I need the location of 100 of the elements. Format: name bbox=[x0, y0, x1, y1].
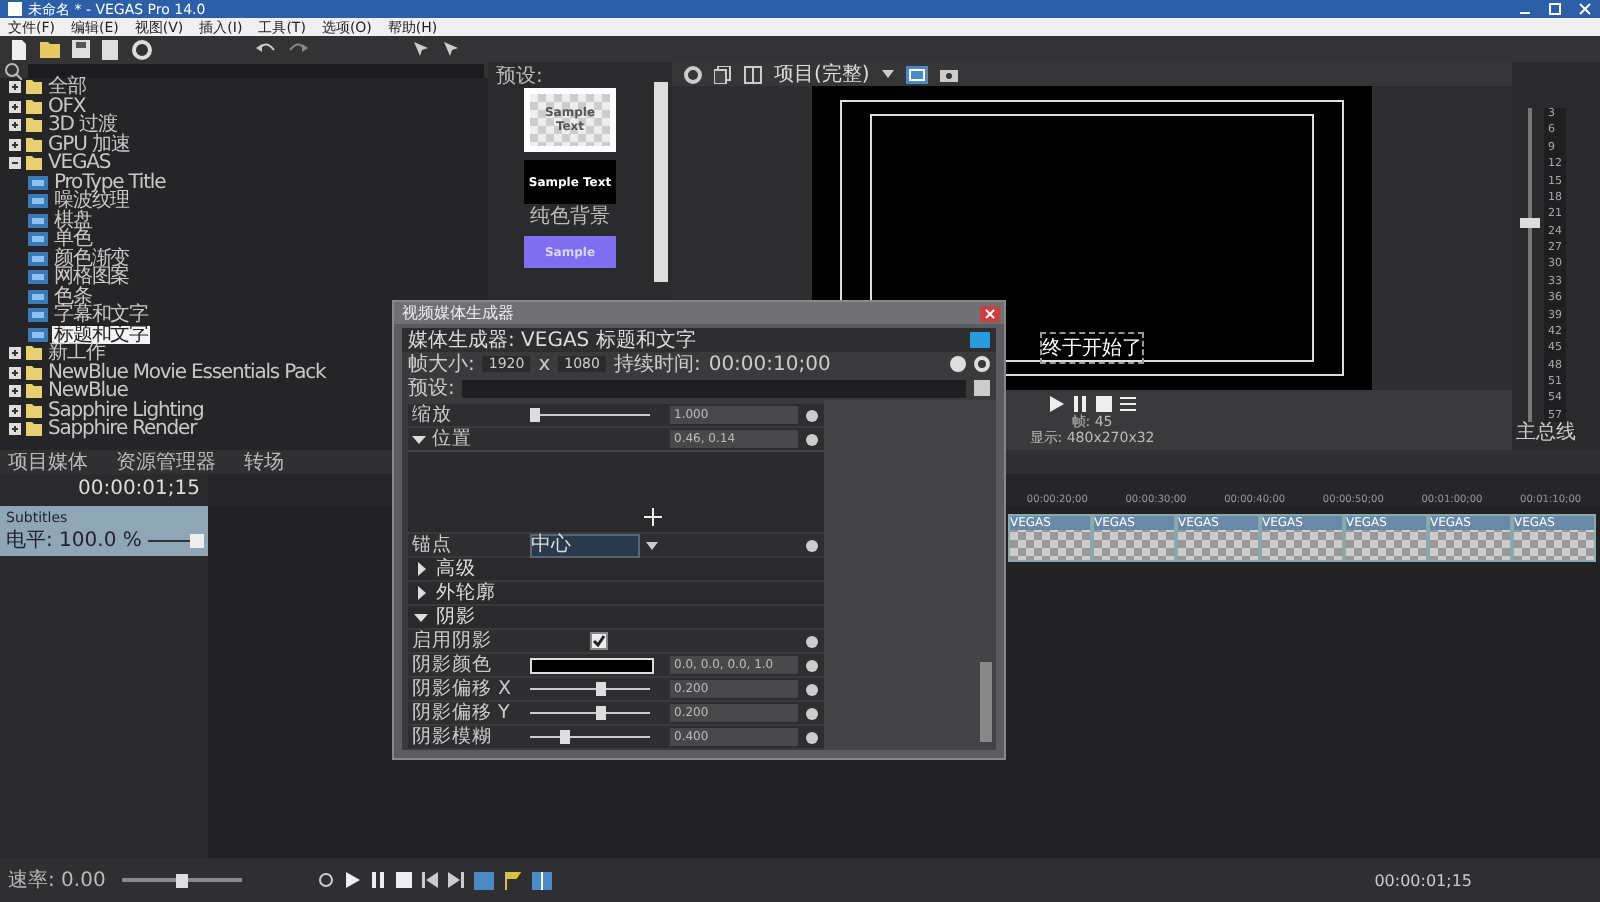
tree-item[interactable]: 棋盘 bbox=[52, 211, 94, 230]
tree-item[interactable]: NewBlue bbox=[46, 382, 130, 401]
close-icon[interactable] bbox=[1578, 2, 1592, 16]
property-label: 启用阴影 bbox=[412, 630, 494, 652]
caret-icon[interactable] bbox=[646, 541, 659, 549]
panel-tab[interactable]: 资源管理器 bbox=[116, 451, 216, 473]
tree-item[interactable]: VEGAS bbox=[46, 154, 113, 173]
close-icon[interactable] bbox=[980, 305, 1000, 321]
play-icon[interactable] bbox=[343, 871, 360, 887]
marker-icon[interactable] bbox=[503, 871, 522, 889]
rate-slider-handle[interactable] bbox=[175, 873, 188, 887]
tree-item[interactable]: 色条 bbox=[52, 287, 94, 306]
split-screen-icon[interactable] bbox=[744, 65, 762, 83]
settings-icon[interactable] bbox=[974, 356, 990, 372]
section-header[interactable]: 阴影 bbox=[436, 606, 476, 628]
duration-label: 持续时间: bbox=[613, 353, 701, 375]
expand-icon[interactable] bbox=[8, 99, 22, 114]
tree-item[interactable]: 新工作 bbox=[46, 344, 107, 363]
tree-item[interactable]: NewBlue Movie Essentials Pack bbox=[46, 363, 328, 382]
tree-item[interactable]: 单色 bbox=[52, 230, 94, 249]
layout-icon[interactable] bbox=[531, 871, 552, 889]
skip-forward-icon[interactable] bbox=[447, 871, 464, 887]
rate-label: 速率: 0.00 bbox=[8, 867, 106, 894]
copy-icon[interactable] bbox=[714, 65, 732, 83]
maximize-icon[interactable] bbox=[1548, 2, 1562, 16]
expand-icon[interactable] bbox=[8, 384, 22, 399]
tree-item[interactable]: 噪波纹理 bbox=[52, 192, 132, 211]
redo-icon[interactable] bbox=[288, 40, 308, 58]
property-label: 阴影颜色 bbox=[412, 654, 494, 676]
keyframe-icon[interactable] bbox=[803, 537, 820, 553]
collapse-icon[interactable] bbox=[414, 610, 428, 624]
tree-item[interactable]: 网格图案 bbox=[52, 268, 132, 287]
document-icon[interactable] bbox=[102, 39, 120, 59]
loop-icon[interactable] bbox=[317, 871, 334, 887]
scrollbar[interactable] bbox=[654, 82, 668, 282]
section-header[interactable]: 高级 bbox=[436, 558, 476, 580]
search-icon[interactable] bbox=[4, 61, 22, 79]
expand-icon[interactable] bbox=[414, 562, 428, 576]
tree-item[interactable]: ProType Title bbox=[52, 173, 168, 192]
expand-icon[interactable] bbox=[8, 403, 22, 418]
generator-name: 媒体生成器: VEGAS 标题和文字 bbox=[408, 329, 696, 351]
search-field[interactable] bbox=[28, 63, 484, 77]
tree-item[interactable]: OFX bbox=[46, 97, 88, 116]
caret-icon[interactable] bbox=[881, 70, 894, 78]
new-file-icon[interactable] bbox=[10, 39, 28, 59]
help-icon[interactable] bbox=[950, 356, 966, 372]
slider-handle[interactable] bbox=[530, 408, 540, 422]
duration-value[interactable]: 00:00:10;00 bbox=[708, 353, 831, 375]
tree-item[interactable]: 全部 bbox=[46, 78, 88, 97]
crosshair-icon[interactable] bbox=[644, 508, 662, 526]
track-level-label: 电平: 100.0 % bbox=[6, 530, 142, 552]
fader-handle[interactable] bbox=[1520, 217, 1540, 228]
quality-dropdown[interactable]: 项目(完整) bbox=[774, 63, 870, 85]
section-header[interactable]: 外轮廓 bbox=[436, 582, 496, 604]
tree-item[interactable]: Sapphire Render bbox=[46, 420, 199, 439]
expand-icon[interactable] bbox=[8, 422, 22, 437]
expand-icon[interactable] bbox=[8, 346, 22, 361]
skip-back-icon[interactable] bbox=[421, 871, 438, 887]
property-label: 阴影偏移 Y bbox=[412, 702, 512, 724]
slider-handle[interactable] bbox=[596, 706, 606, 720]
play-icon[interactable] bbox=[1048, 396, 1064, 412]
bus-label: 主总线 bbox=[1516, 422, 1578, 444]
property-label: 锚点 bbox=[412, 534, 454, 556]
tree-item[interactable]: 颜色渐变 bbox=[52, 249, 132, 268]
property-label: 缩放 bbox=[412, 404, 452, 426]
subtitle-text: 终于开始了 bbox=[1042, 334, 1142, 362]
slider-handle[interactable] bbox=[596, 682, 606, 696]
settings-icon[interactable] bbox=[684, 65, 702, 83]
settings-icon[interactable] bbox=[132, 39, 152, 59]
stop-icon[interactable] bbox=[395, 871, 412, 887]
slider-handle[interactable] bbox=[560, 730, 570, 744]
time-display: 00:00:01;15 bbox=[75, 476, 202, 504]
property-label: 阴影偏移 X bbox=[412, 678, 514, 700]
pause-icon[interactable] bbox=[1072, 396, 1088, 412]
property-label: 位置 bbox=[432, 428, 474, 450]
tree-item[interactable]: Sapphire Lighting bbox=[46, 401, 206, 420]
tree-item[interactable]: 字幕和文字 bbox=[52, 306, 151, 325]
collapse-icon[interactable] bbox=[412, 432, 426, 446]
snapshot-icon[interactable] bbox=[939, 65, 958, 83]
overlay-icon[interactable] bbox=[905, 65, 928, 83]
expand-icon[interactable] bbox=[8, 80, 22, 95]
time-display: 00:00:01;15 bbox=[1374, 871, 1472, 889]
pause-icon[interactable] bbox=[369, 871, 386, 887]
expand-icon[interactable] bbox=[8, 118, 22, 133]
expand-icon[interactable] bbox=[8, 137, 22, 152]
menu-icon[interactable] bbox=[1120, 396, 1136, 412]
expand-icon[interactable] bbox=[8, 365, 22, 380]
scrollbar[interactable] bbox=[980, 662, 992, 742]
folder-icon[interactable] bbox=[40, 40, 60, 58]
expand-icon[interactable] bbox=[414, 586, 428, 600]
color-swatch[interactable] bbox=[530, 657, 654, 673]
collapse-icon[interactable] bbox=[8, 156, 22, 171]
panel-tab[interactable]: 转场 bbox=[244, 451, 284, 473]
undo-icon[interactable] bbox=[256, 40, 276, 58]
volume-slider-handle[interactable] bbox=[189, 534, 204, 548]
tree-item[interactable]: 3D 过渡 bbox=[46, 116, 119, 135]
tree-item[interactable]: GPU 加速 bbox=[46, 135, 132, 154]
panel-tab[interactable]: 项目媒体 bbox=[8, 451, 88, 473]
anchor-dropdown[interactable]: 中心 bbox=[529, 533, 641, 557]
checkbox[interactable] bbox=[590, 632, 608, 650]
